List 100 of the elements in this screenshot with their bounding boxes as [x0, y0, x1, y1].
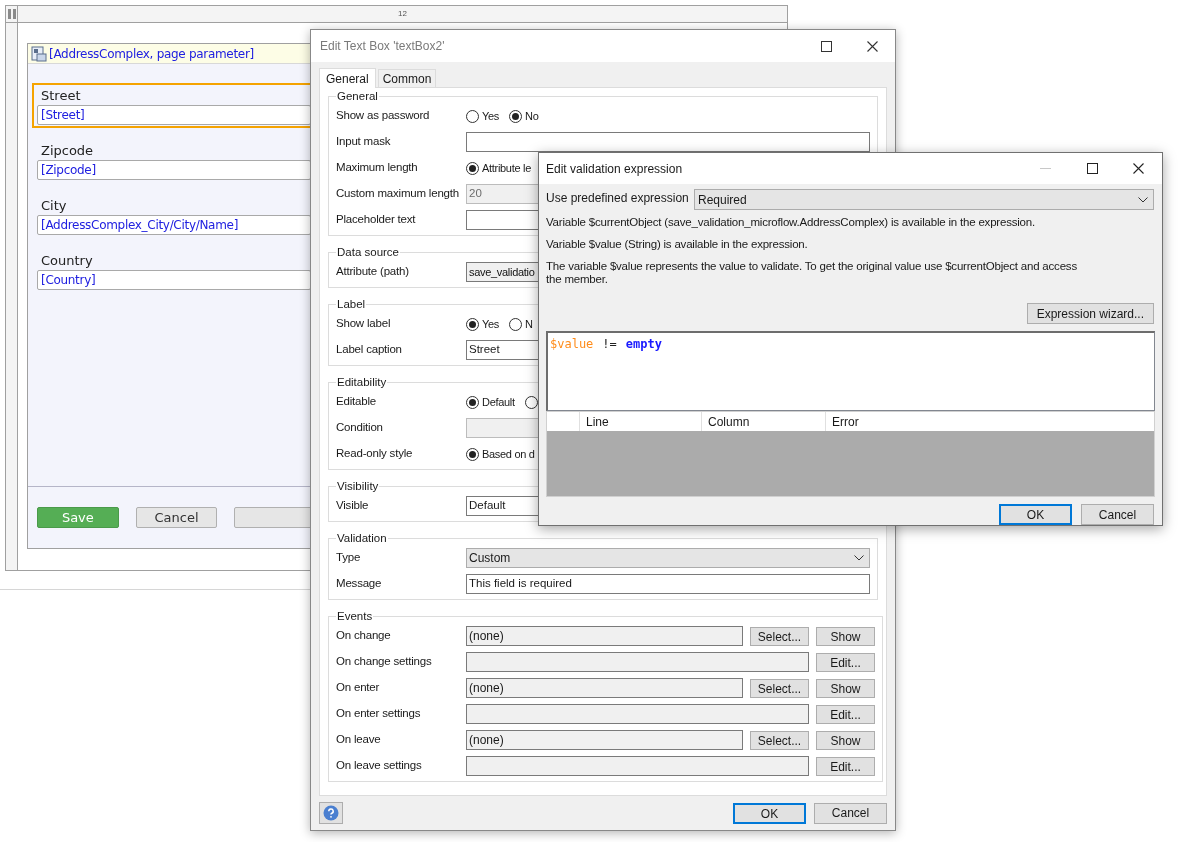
radio-button[interactable] [466, 395, 479, 409]
field-label: Condition [336, 420, 384, 436]
text-input[interactable]: (none) [466, 678, 743, 698]
small-button[interactable]: Edit... [816, 704, 875, 724]
field-label: Type [336, 550, 362, 566]
field-container[interactable]: Zipcode [Zipcode] [32, 138, 316, 183]
column-header[interactable]: Error [826, 412, 1154, 431]
group-legend: Events [336, 610, 374, 623]
data-view-icon [31, 45, 47, 62]
dropdown[interactable]: Required [694, 189, 1154, 210]
field-label: Label caption [336, 342, 403, 358]
small-button[interactable]: Edit... [816, 652, 875, 672]
dropdown-value: Custom [469, 550, 511, 567]
text-input[interactable] [466, 210, 539, 230]
expression-wizard-button[interactable]: Expression wizard... [1026, 303, 1154, 324]
small-button[interactable]: Show [816, 678, 875, 698]
small-button[interactable]: Select... [750, 678, 809, 698]
ruler-label: 12 [398, 8, 407, 20]
small-button[interactable]: Show [816, 730, 875, 750]
text-input[interactable]: (none) [466, 730, 743, 750]
group-legend: General [336, 90, 379, 103]
radio-button[interactable] [466, 447, 479, 461]
chevron-down-icon [1138, 196, 1148, 203]
close-icon [867, 40, 878, 52]
form-button[interactable]: Cancel [135, 507, 218, 528]
column-header[interactable]: Column [702, 412, 826, 431]
text-input[interactable] [466, 132, 870, 152]
field-label: Street [41, 86, 81, 105]
text-input[interactable]: Street [466, 340, 539, 360]
code-token: != [602, 336, 617, 353]
radio-button[interactable] [509, 109, 523, 123]
window-title: Edit Text Box 'textBox2' [320, 38, 446, 55]
text-input[interactable] [466, 652, 809, 672]
field-label: Maximum length [336, 160, 419, 176]
text-input[interactable]: This field is required [466, 574, 870, 594]
field-label: City [41, 196, 67, 215]
field-label: Message [336, 576, 383, 592]
info-text: Variable $currentObject (save_validation_microflow.AddressComplex) is available in the expression. [546, 216, 1035, 229]
field-label: On leave [336, 732, 382, 748]
field-label: On enter [336, 680, 381, 696]
column-header[interactable]: Line [580, 412, 702, 431]
text-input[interactable]: [Zipcode] [37, 160, 311, 180]
radio-label: No [525, 108, 539, 124]
radio-button[interactable] [466, 161, 479, 175]
field-label: Placeholder text [336, 212, 417, 228]
radio-label: Yes [482, 316, 500, 332]
radio-button[interactable] [466, 317, 479, 331]
field-label: On leave settings [336, 758, 423, 774]
tab[interactable]: Common [377, 69, 437, 87]
field-label: Show as password [336, 108, 431, 124]
field-label: Editable [336, 394, 377, 410]
radio-label: Default [482, 394, 515, 410]
small-button[interactable]: Select... [750, 626, 809, 646]
dropdown-value: Required [698, 191, 747, 209]
text-input[interactable]: [AddressComplex_City/City/Name] [37, 215, 311, 235]
text-input[interactable]: save_validatio [466, 262, 539, 282]
text-input[interactable]: [Street] [37, 105, 311, 125]
field-label: Use predefined expression [546, 190, 690, 207]
text-input[interactable]: (none) [466, 626, 743, 646]
small-button[interactable]: Select... [750, 730, 809, 750]
radio-button[interactable] [509, 317, 523, 331]
code-editor[interactable]: $value != empty [546, 331, 1155, 411]
radio-label: Attribute le [482, 160, 531, 176]
dropdown[interactable]: Custom [466, 548, 870, 568]
info-text: The variable $value represents the value to validate. To get the original value use $currentObject and access the member. [546, 260, 1078, 286]
field-label: Visible [336, 498, 370, 514]
field-label: Show label [336, 316, 392, 332]
tab[interactable]: General [319, 68, 376, 88]
window-title: Edit validation expression [546, 160, 684, 178]
radio-label: Yes [482, 108, 500, 124]
field-label: Read-only style [336, 446, 414, 462]
help-button[interactable] [319, 802, 343, 824]
group-legend: Editability [336, 376, 388, 389]
group-legend: Data source [336, 246, 400, 259]
help-icon [323, 805, 339, 821]
field-label: Custom maximum length [336, 186, 460, 202]
maximize-icon [821, 40, 832, 52]
text-input[interactable] [466, 756, 809, 776]
small-button[interactable]: Edit... [816, 756, 875, 776]
code-token: $value [550, 336, 594, 353]
radio-button[interactable] [524, 395, 538, 409]
data-view-title: [AddressComplex, page parameter] [49, 45, 254, 63]
group-legend: Visibility [336, 480, 380, 493]
field-container[interactable]: Country [Country] [32, 248, 316, 293]
field-label: On change settings [336, 654, 433, 670]
dialog-button[interactable]: Cancel [814, 802, 887, 824]
radio-button[interactable] [466, 109, 479, 123]
text-input[interactable]: [Country] [37, 270, 311, 290]
text-input[interactable] [466, 704, 809, 724]
field-label: Input mask [336, 134, 392, 150]
group-legend: Label [336, 298, 367, 311]
field-container[interactable]: City [AddressComplex_City/City/Name] [32, 193, 316, 238]
field-label: On change [336, 628, 392, 644]
dialog-button[interactable]: OK [733, 802, 806, 824]
dialog-button[interactable]: OK [999, 504, 1072, 525]
dialog-button[interactable]: Cancel [1081, 504, 1154, 525]
radio-label: N [525, 316, 533, 332]
field-label: Attribute (path) [336, 264, 410, 280]
text-input[interactable]: Default [466, 496, 539, 516]
small-button[interactable]: Show [816, 626, 875, 646]
